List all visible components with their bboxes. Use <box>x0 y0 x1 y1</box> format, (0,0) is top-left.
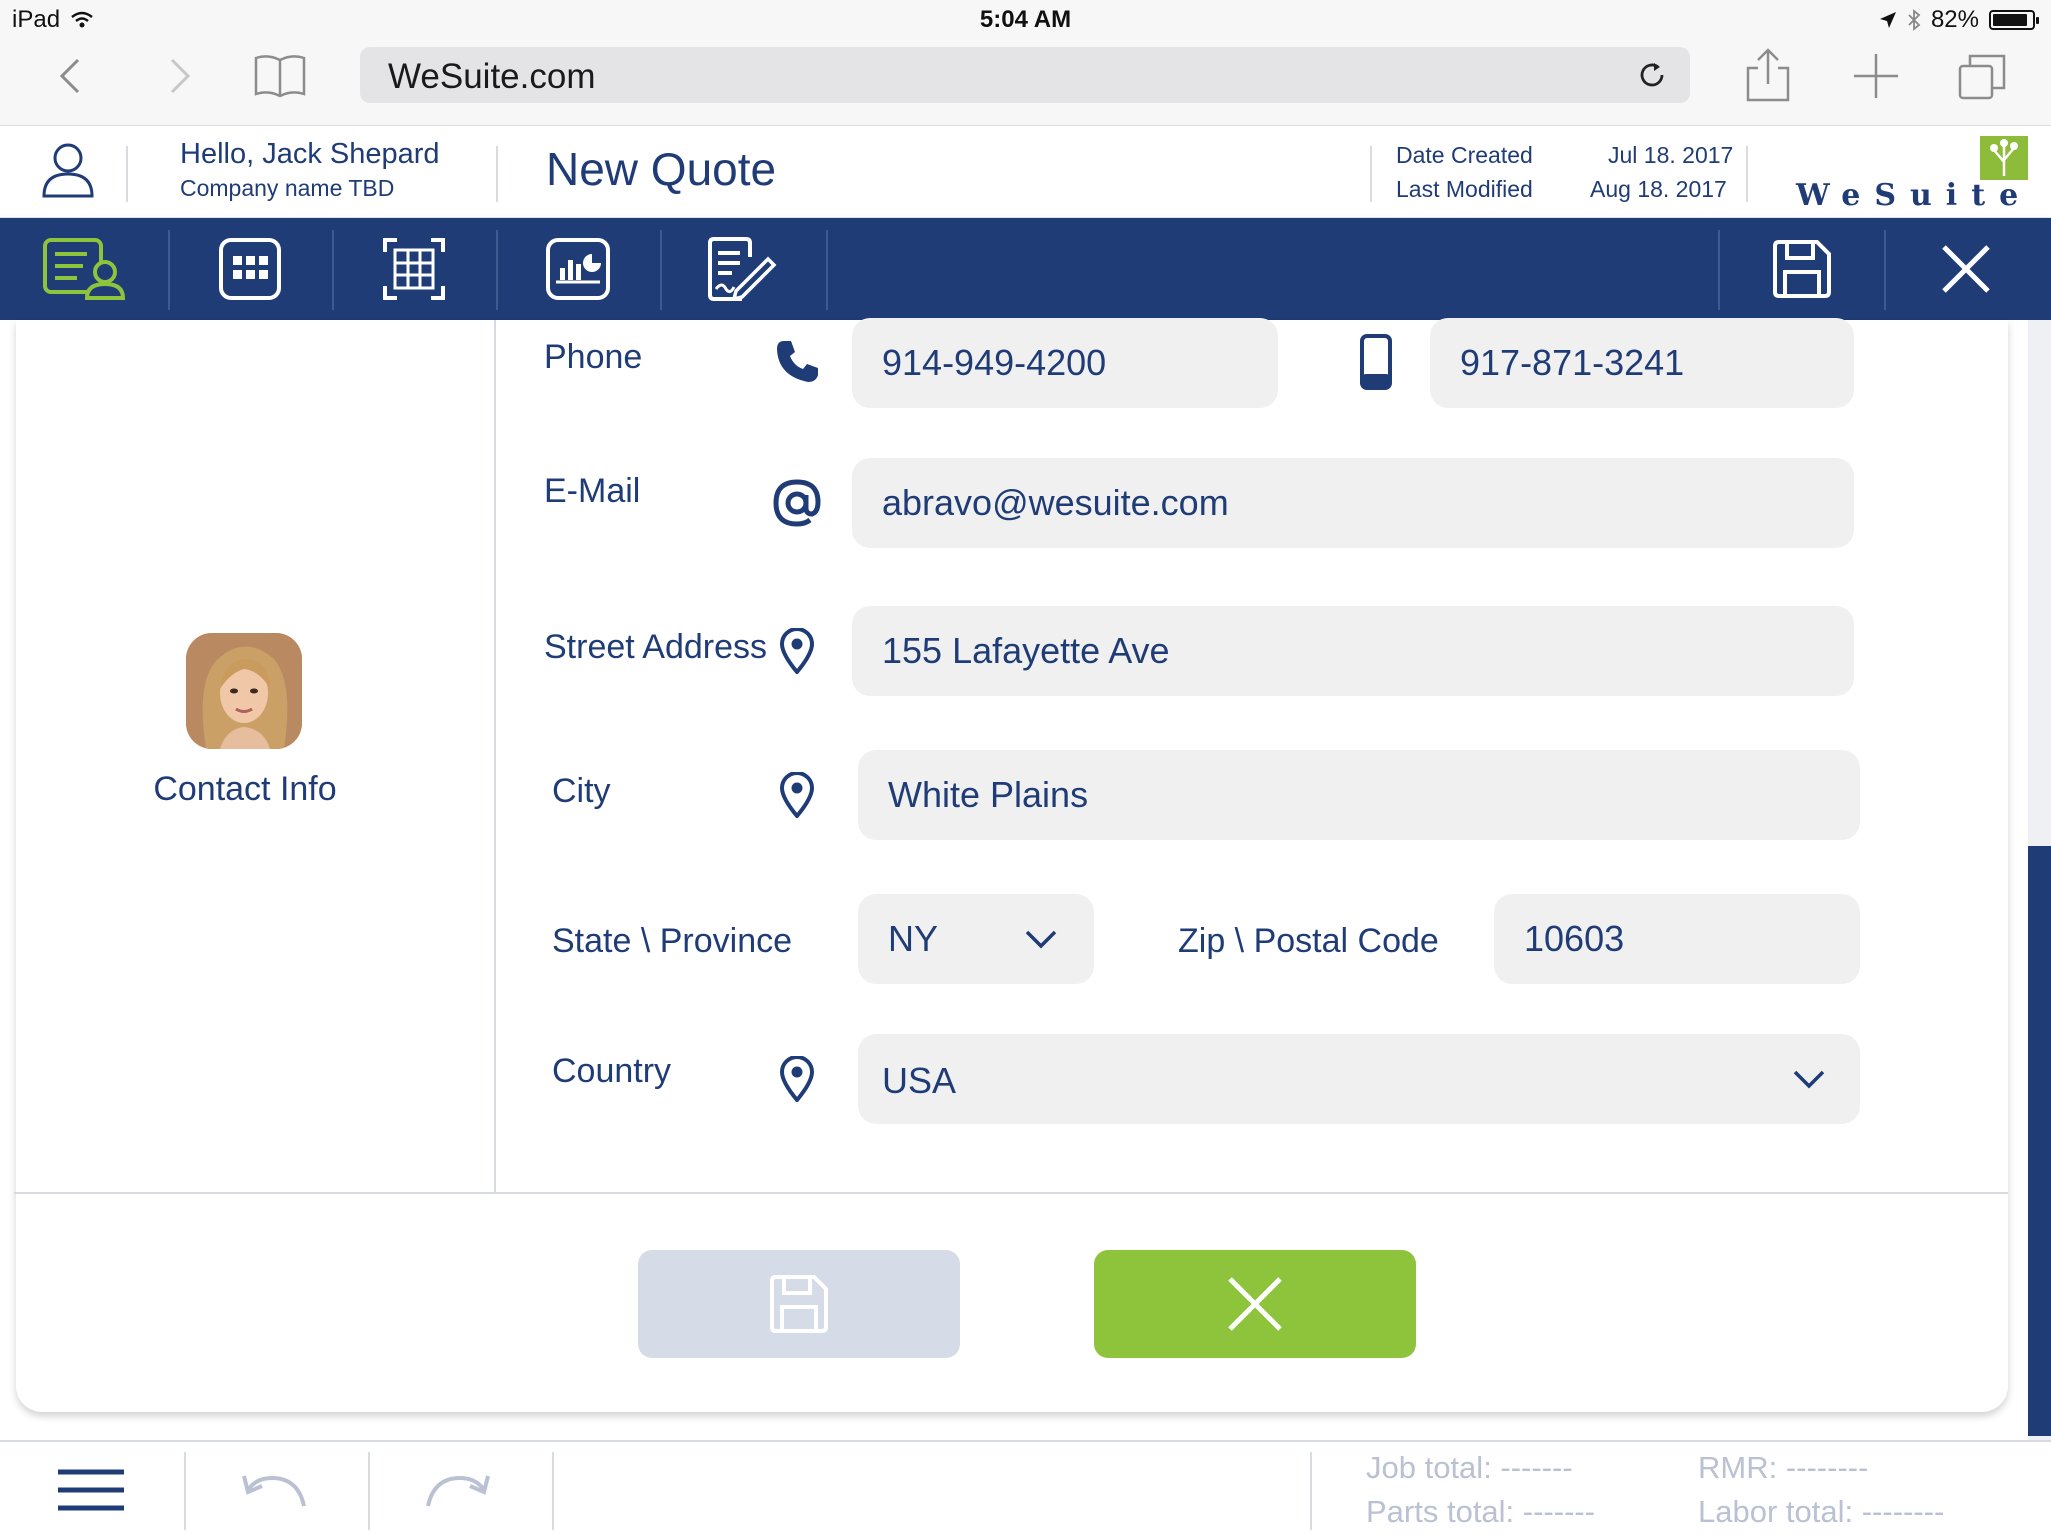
email-label: E-Mail <box>544 472 641 510</box>
form-divider <box>14 1192 2008 1194</box>
redo-icon[interactable] <box>422 1468 492 1512</box>
chevron-down-icon <box>1025 930 1057 949</box>
contact-info-tool[interactable] <box>4 218 168 320</box>
share-icon[interactable] <box>1740 48 1796 104</box>
back-arrow-icon[interactable] <box>52 56 92 96</box>
signature-tool[interactable] <box>660 218 824 320</box>
tree-logo-icon <box>1980 136 2028 180</box>
bluetooth-icon <box>1908 9 1921 31</box>
location-pin-icon <box>780 1056 814 1102</box>
footer-bar: Job total: ------- Parts total: ------- … <box>0 1440 2051 1540</box>
scrollbar-thumb[interactable] <box>2028 846 2051 1436</box>
close-icon <box>1942 245 1990 293</box>
phone-label: Phone <box>544 338 643 376</box>
location-arrow-icon <box>1879 12 1896 28</box>
rmr-total: RMR: -------- <box>1698 1450 1869 1485</box>
save-button[interactable] <box>638 1250 960 1358</box>
new-tab-icon[interactable] <box>1848 48 1904 104</box>
grid-icon <box>219 238 281 300</box>
street-address-value: 155 Lafayette Ave <box>882 630 1170 671</box>
last-modified-value: Aug 18. 2017 <box>1590 176 1727 202</box>
date-created-label: Date Created <box>1396 142 1533 168</box>
table-icon <box>383 238 445 300</box>
toolbar-close-button[interactable] <box>1884 218 2048 320</box>
state-select[interactable]: NY <box>858 894 1094 984</box>
zip-label: Zip \ Postal Code <box>1178 922 1439 960</box>
url-field[interactable]: WeSuite.com <box>360 47 1690 103</box>
phone-field[interactable]: 914-949-4200 <box>852 318 1278 408</box>
at-sign-icon <box>773 479 821 527</box>
report-tool[interactable] <box>496 218 660 320</box>
city-value: White Plains <box>888 774 1089 815</box>
state-label: State \ Province <box>552 922 793 960</box>
country-select[interactable]: USA <box>858 1034 1860 1124</box>
state-value: NY <box>888 918 939 959</box>
email-field[interactable]: abravo@wesuite.com <box>852 458 1854 548</box>
status-bar: iPad 5:04 AM 82% <box>0 0 2051 40</box>
table-tool[interactable] <box>332 218 496 320</box>
reload-icon[interactable] <box>1636 59 1668 91</box>
forward-arrow-icon[interactable] <box>158 56 198 96</box>
zip-value: 10603 <box>1524 918 1625 959</box>
avatar-photo <box>186 633 302 749</box>
email-value: abravo@wesuite.com <box>882 482 1229 523</box>
company-name: Company name TBD <box>180 175 395 201</box>
date-created-value: Jul 18. 2017 <box>1608 142 1734 168</box>
panel-divider <box>494 320 496 1192</box>
location-pin-icon <box>780 772 814 818</box>
wesuite-logo: WeSuite <box>1790 136 2033 213</box>
app-header: Hello, Jack Shepard Company name TBD New… <box>0 126 2051 218</box>
labor-total: Labor total: -------- <box>1698 1494 1945 1529</box>
url-text: WeSuite.com <box>388 57 596 96</box>
chart-report-icon <box>546 238 610 300</box>
cancel-button[interactable] <box>1094 1250 1416 1358</box>
avatar[interactable] <box>186 633 302 749</box>
contact-info-icon <box>43 238 126 300</box>
phone-icon <box>777 341 818 382</box>
tabs-icon[interactable] <box>1954 48 2010 104</box>
street-address-field[interactable]: 155 Lafayette Ave <box>852 606 1854 696</box>
greeting-text: Hello, Jack Shepard <box>180 138 440 170</box>
chevron-down-icon <box>1793 1070 1825 1089</box>
page-title: New Quote <box>546 143 777 195</box>
zip-field[interactable]: 10603 <box>1494 894 1860 984</box>
contact-info-label: Contact Info <box>153 770 337 808</box>
menu-icon[interactable] <box>56 1468 126 1512</box>
save-icon <box>1773 240 1831 298</box>
mobile-field[interactable]: 917-871-3241 <box>1430 318 1854 408</box>
parts-total: Parts total: ------- <box>1366 1494 1596 1529</box>
last-modified-label: Last Modified <box>1396 176 1533 202</box>
logo-text: WeSuite <box>1796 178 2033 213</box>
location-pin-icon <box>780 628 814 674</box>
mobile-value: 917-871-3241 <box>1460 342 1685 383</box>
user-greeting: Hello, Jack Shepard Company name TBD <box>180 138 440 202</box>
battery-icon <box>1989 10 2039 30</box>
phone-value: 914-949-4200 <box>882 342 1107 383</box>
signature-doc-icon <box>708 237 777 301</box>
street-address-label: Street Address <box>544 628 768 666</box>
city-field[interactable]: White Plains <box>858 750 1860 840</box>
main-toolbar <box>0 218 2051 320</box>
bookmarks-icon[interactable] <box>252 48 308 104</box>
save-icon <box>770 1275 828 1333</box>
close-icon <box>1228 1277 1282 1331</box>
toolbar-save-button[interactable] <box>1720 218 1884 320</box>
country-value: USA <box>882 1059 957 1101</box>
undo-icon[interactable] <box>240 1468 310 1512</box>
grid-tool[interactable] <box>168 218 332 320</box>
city-label: City <box>552 772 611 810</box>
user-icon[interactable] <box>38 140 98 200</box>
clock: 5:04 AM <box>979 6 1072 33</box>
job-total: Job total: ------- <box>1366 1450 1573 1485</box>
battery-percent: 82% <box>1930 6 1979 33</box>
mobile-phone-icon <box>1360 334 1392 390</box>
country-label: Country <box>552 1052 672 1090</box>
